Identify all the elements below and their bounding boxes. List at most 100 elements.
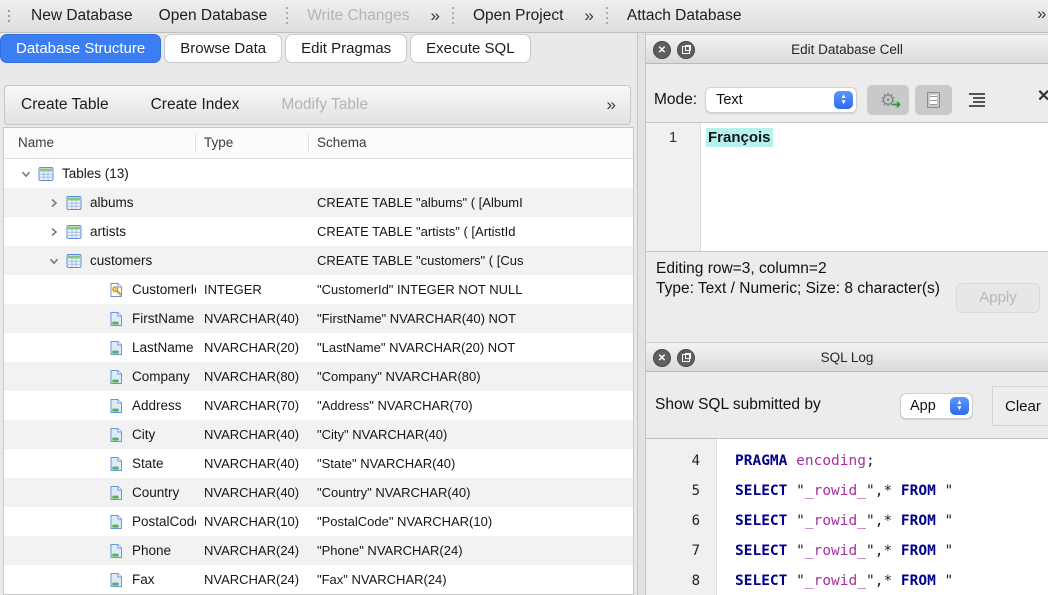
open-project-button[interactable]: Open Project [460, 7, 576, 25]
sql-line-number: 5 [646, 476, 716, 506]
open-database-button[interactable]: Open Database [146, 7, 281, 25]
tree-row-postalcode[interactable]: PostalCodeNVARCHAR(10)"PostalCode" NVARC… [4, 507, 633, 536]
modify-table-button[interactable]: Modify Table [281, 96, 368, 114]
column-header-schema[interactable]: Schema [309, 133, 633, 153]
database-structure-panel: Database StructureBrowse DataEdit Pragma… [0, 33, 637, 595]
chevron-right-icon[interactable] [46, 227, 62, 237]
toolbar-overflow-icon[interactable]: » [422, 6, 445, 26]
tree-cell-name: LastName [4, 340, 196, 356]
new-database-button[interactable]: New Database [18, 7, 146, 25]
sql-filter-value: App [910, 398, 936, 414]
tree-cell-schema: "LastName" NVARCHAR(20) NOT [309, 340, 633, 355]
sql-log-dock-header: SQL Log ✕ [646, 342, 1048, 372]
clipped-icon[interactable]: ✕ [1037, 86, 1048, 106]
sql-log-code: PRAGMA encoding;SELECT "_rowid_",* FROM … [717, 439, 953, 595]
tree-row-lastname[interactable]: LastNameNVARCHAR(20)"LastName" NVARCHAR(… [4, 333, 633, 362]
create-index-button[interactable]: Create Index [151, 96, 240, 114]
mode-select[interactable]: Text ▲▼ [705, 87, 857, 113]
chevron-right-icon[interactable] [46, 198, 62, 208]
close-icon[interactable]: ✕ [653, 41, 671, 59]
edit-cell-mode-row: Mode: Text ▲▼ ⚙ ➜ [646, 80, 1048, 120]
tree-row-label: CustomerId [132, 282, 196, 297]
toolbar-overflow-icon[interactable]: » [576, 6, 599, 26]
stepper-icon: ▲▼ [834, 91, 853, 109]
tree-row-customers[interactable]: customersCREATE TABLE "customers" ( [Cus [4, 246, 633, 275]
column-header-type[interactable]: Type [196, 133, 309, 153]
tree-cell-type: NVARCHAR(40) [196, 456, 309, 471]
toolbar-separator [606, 7, 608, 25]
tree-cell-type: NVARCHAR(20) [196, 340, 309, 355]
tab-execute-sql[interactable]: Execute SQL [410, 34, 530, 63]
cell-editor-text[interactable]: François [701, 123, 773, 251]
tree-row-firstname[interactable]: FirstNameNVARCHAR(40)"FirstName" NVARCHA… [4, 304, 633, 333]
field-icon [108, 340, 124, 356]
float-dock-icon[interactable] [677, 41, 695, 59]
float-dock-icon[interactable] [677, 349, 695, 367]
word-wrap-icon [969, 93, 985, 107]
selected-text: François [706, 128, 773, 147]
tree-row-customerid[interactable]: CustomerIdINTEGER"CustomerId" INTEGER NO… [4, 275, 633, 304]
tab-browse-data[interactable]: Browse Data [164, 34, 282, 63]
text-mode-button[interactable] [915, 85, 952, 115]
tree-row-state[interactable]: State NVARCHAR(40)"State" NVARCHAR(40) [4, 449, 633, 478]
tab-database-structure[interactable]: Database Structure [0, 34, 161, 63]
tree-row-artists[interactable]: artistsCREATE TABLE "artists" ( [ArtistI… [4, 217, 633, 246]
structure-toolbar-overflow-icon[interactable]: » [607, 95, 614, 115]
tree-cell-type: NVARCHAR(40) [196, 427, 309, 442]
sql-log-line: SELECT "_rowid_",* FROM " [735, 506, 953, 536]
sql-line-number: 7 [646, 536, 716, 566]
tree-cell-name: State [4, 456, 196, 472]
toolbar-drag-handle[interactable] [8, 10, 10, 22]
tree-cell-schema: "CustomerId" INTEGER NOT NULL [309, 282, 633, 297]
tree-row-fax[interactable]: FaxNVARCHAR(24)"Fax" NVARCHAR(24) [4, 565, 633, 594]
tree-row-albums[interactable]: albumsCREATE TABLE "albums" ( [AlbumI [4, 188, 633, 217]
create-table-button[interactable]: Create Table [21, 96, 109, 114]
field-icon [108, 456, 124, 472]
tree-row-label: Phone [132, 543, 171, 558]
sql-log-line: SELECT "_rowid_",* FROM " [735, 476, 953, 506]
tree-cell-name: PostalCode [4, 514, 196, 530]
toolbar-overflow-icon[interactable]: » [1037, 4, 1046, 24]
tree-row-label: albums [90, 195, 134, 210]
tree-cell-schema: "City" NVARCHAR(40) [309, 427, 633, 442]
cell-info-type: Type: Text / Numeric; Size: 8 character(… [656, 279, 966, 299]
sql-filter-select[interactable]: App ▲▼ [900, 393, 973, 419]
panel-splitter[interactable] [637, 33, 646, 595]
tree-cell-name: albums [4, 195, 196, 211]
tree-row-label: artists [90, 224, 126, 239]
write-changes-button[interactable]: Write Changes [294, 7, 422, 25]
tree-row-city[interactable]: CityNVARCHAR(40)"City" NVARCHAR(40) [4, 420, 633, 449]
tree-cell-name: Country [4, 485, 196, 501]
word-wrap-button[interactable] [960, 85, 994, 115]
column-header-name[interactable]: Name [4, 133, 196, 153]
tree-row-address[interactable]: AddressNVARCHAR(70)"Address" NVARCHAR(70… [4, 391, 633, 420]
sql-log-editor[interactable]: 456789 PRAGMA encoding;SELECT "_rowid_",… [646, 438, 1048, 595]
cell-info: Editing row=3, column=2 Type: Text / Num… [646, 252, 1048, 342]
tree-row-tables-13-[interactable]: Tables (13) [4, 159, 633, 188]
field-icon [108, 514, 124, 530]
tab-edit-pragmas[interactable]: Edit Pragmas [285, 34, 407, 63]
green-arrow-icon: ➜ [892, 98, 901, 111]
table-icon [66, 253, 82, 269]
sql-log-dock-title: SQL Log [646, 343, 1048, 373]
tree-row-phone[interactable]: PhoneNVARCHAR(24)"Phone" NVARCHAR(24) [4, 536, 633, 565]
tree-row-label: State [132, 456, 164, 471]
tree-row-country[interactable]: CountryNVARCHAR(40)"Country" NVARCHAR(40… [4, 478, 633, 507]
chevron-down-icon[interactable] [18, 169, 34, 179]
tree-cell-name: Phone [4, 543, 196, 559]
tree-row-label: Address [132, 398, 182, 413]
field-icon [108, 369, 124, 385]
apply-button[interactable]: Apply [956, 283, 1040, 313]
tree-cell-schema: "State" NVARCHAR(40) [309, 456, 633, 471]
chevron-down-icon[interactable] [46, 256, 62, 266]
tree-cell-name: Company [4, 369, 196, 385]
clear-button[interactable]: Clear [992, 386, 1048, 426]
sql-log-line: SELECT "_rowid_",* FROM " [735, 536, 953, 566]
sql-line-number: 4 [646, 446, 716, 476]
attach-database-button[interactable]: Attach Database [614, 7, 755, 25]
tree-row-company[interactable]: CompanyNVARCHAR(80)"Company" NVARCHAR(80… [4, 362, 633, 391]
cell-editor[interactable]: 1 François [646, 122, 1048, 252]
tree-cell-schema: "Address" NVARCHAR(70) [309, 398, 633, 413]
close-icon[interactable]: ✕ [653, 349, 671, 367]
auto-apply-button[interactable]: ⚙ ➜ [867, 85, 909, 115]
